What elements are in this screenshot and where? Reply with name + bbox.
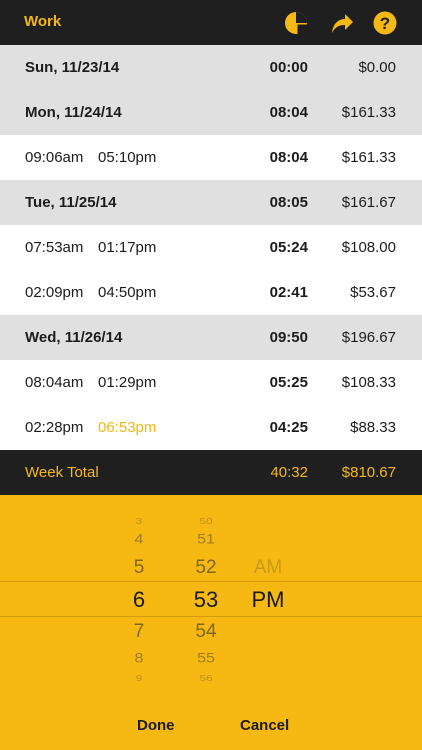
svg-text:?: ?: [380, 14, 390, 33]
picker-hour-option[interactable]: 5: [119, 557, 159, 579]
picker-hour-option[interactable]: 7: [119, 621, 159, 643]
entry-amount: $108.00: [341, 239, 396, 256]
cancel-button[interactable]: Cancel: [240, 717, 289, 734]
entry-start-time[interactable]: 08:04am: [25, 374, 83, 391]
picker-minute-option[interactable]: 51: [184, 532, 228, 548]
entry-amount: $88.33: [350, 419, 396, 436]
entry-hours: 08:04: [269, 149, 308, 166]
app-header: Work ?: [0, 0, 422, 45]
picker-hour-option[interactable]: 9: [119, 673, 159, 683]
entry-end-time[interactable]: 01:29pm: [98, 374, 156, 391]
entry-start-time[interactable]: 02:09pm: [25, 284, 83, 301]
time-picker[interactable]: 3 4 5 6 7 8 9 50 51 52 53 54 55 56 AM PM…: [0, 495, 422, 750]
entry-hours: 02:41: [269, 284, 308, 301]
picker-minute-option[interactable]: 54: [184, 621, 228, 643]
entry-end-time[interactable]: 01:17pm: [98, 239, 156, 256]
week-total-hours: 40:32: [270, 464, 308, 481]
day-amount: $161.67: [341, 194, 396, 211]
day-hours: 08:04: [269, 104, 308, 121]
entry-end-time-selected[interactable]: 06:53pm: [98, 419, 156, 436]
picker-hour-option[interactable]: 4: [119, 532, 159, 548]
entry-start-time[interactable]: 02:28pm: [25, 419, 83, 436]
entry-end-time[interactable]: 04:50pm: [98, 284, 156, 301]
picker-minute-selected[interactable]: 53: [184, 587, 228, 613]
entry-start-time[interactable]: 07:53am: [25, 239, 83, 256]
day-date: Sun, 11/23/14: [25, 59, 120, 76]
pie-chart-icon[interactable]: [284, 11, 308, 35]
week-total-bar: Week Total 40:32 $810.67: [0, 450, 422, 495]
day-date: Tue, 11/25/14: [25, 194, 117, 211]
picker-minute-option[interactable]: 50: [184, 516, 228, 526]
app-title: Work: [24, 13, 62, 30]
entry-hours: 05:24: [269, 239, 308, 256]
entry-amount: $108.33: [341, 374, 396, 391]
day-hours: 00:00: [269, 59, 308, 76]
entry-hours: 05:25: [269, 374, 308, 391]
entry-end-time[interactable]: 05:10pm: [98, 149, 156, 166]
picker-minute-option[interactable]: 52: [184, 557, 228, 579]
day-amount: $0.00: [358, 59, 396, 76]
entry-start-time[interactable]: 09:06am: [25, 149, 83, 166]
picker-hour-selected[interactable]: 6: [119, 587, 159, 613]
time-entry-row[interactable]: 09:06am 05:10pm 08:04 $161.33: [0, 135, 422, 180]
day-date: Wed, 11/26/14: [25, 329, 123, 346]
share-arrow-icon[interactable]: [330, 11, 354, 35]
day-hours: 09:50: [269, 329, 308, 346]
day-row[interactable]: Tue, 11/25/14 08:05 $161.67: [0, 180, 422, 225]
time-entry-row[interactable]: 07:53am 01:17pm 05:24 $108.00: [0, 225, 422, 270]
picker-hour-option[interactable]: 8: [119, 651, 159, 667]
time-entry-row[interactable]: 02:09pm 04:50pm 02:41 $53.67: [0, 270, 422, 315]
entry-hours: 04:25: [269, 419, 308, 436]
week-total-label: Week Total: [25, 464, 99, 481]
picker-minute-option[interactable]: 56: [184, 673, 228, 683]
day-hours: 08:05: [269, 194, 308, 211]
day-date: Mon, 11/24/14: [25, 104, 122, 121]
time-entry-row-editing[interactable]: 02:28pm 06:53pm 04:25 $88.33: [0, 405, 422, 450]
day-row[interactable]: Wed, 11/26/14 09:50 $196.67: [0, 315, 422, 360]
day-amount: $196.67: [341, 329, 396, 346]
entry-amount: $161.33: [341, 149, 396, 166]
done-button[interactable]: Done: [137, 717, 175, 734]
time-entry-row[interactable]: 08:04am 01:29pm 05:25 $108.33: [0, 360, 422, 405]
day-row[interactable]: Mon, 11/24/14 08:04 $161.33: [0, 90, 422, 135]
help-icon[interactable]: ?: [373, 11, 397, 35]
day-row[interactable]: Sun, 11/23/14 00:00 $0.00: [0, 45, 422, 90]
day-amount: $161.33: [341, 104, 396, 121]
time-entry-list: Sun, 11/23/14 00:00 $0.00 Mon, 11/24/14 …: [0, 45, 422, 450]
picker-minute-option[interactable]: 55: [184, 651, 228, 667]
week-total-amount: $810.67: [341, 464, 396, 481]
picker-ampm-option[interactable]: AM: [243, 557, 293, 579]
entry-amount: $53.67: [350, 284, 396, 301]
picker-hour-option[interactable]: 3: [119, 516, 159, 526]
picker-ampm-selected[interactable]: PM: [243, 587, 293, 613]
